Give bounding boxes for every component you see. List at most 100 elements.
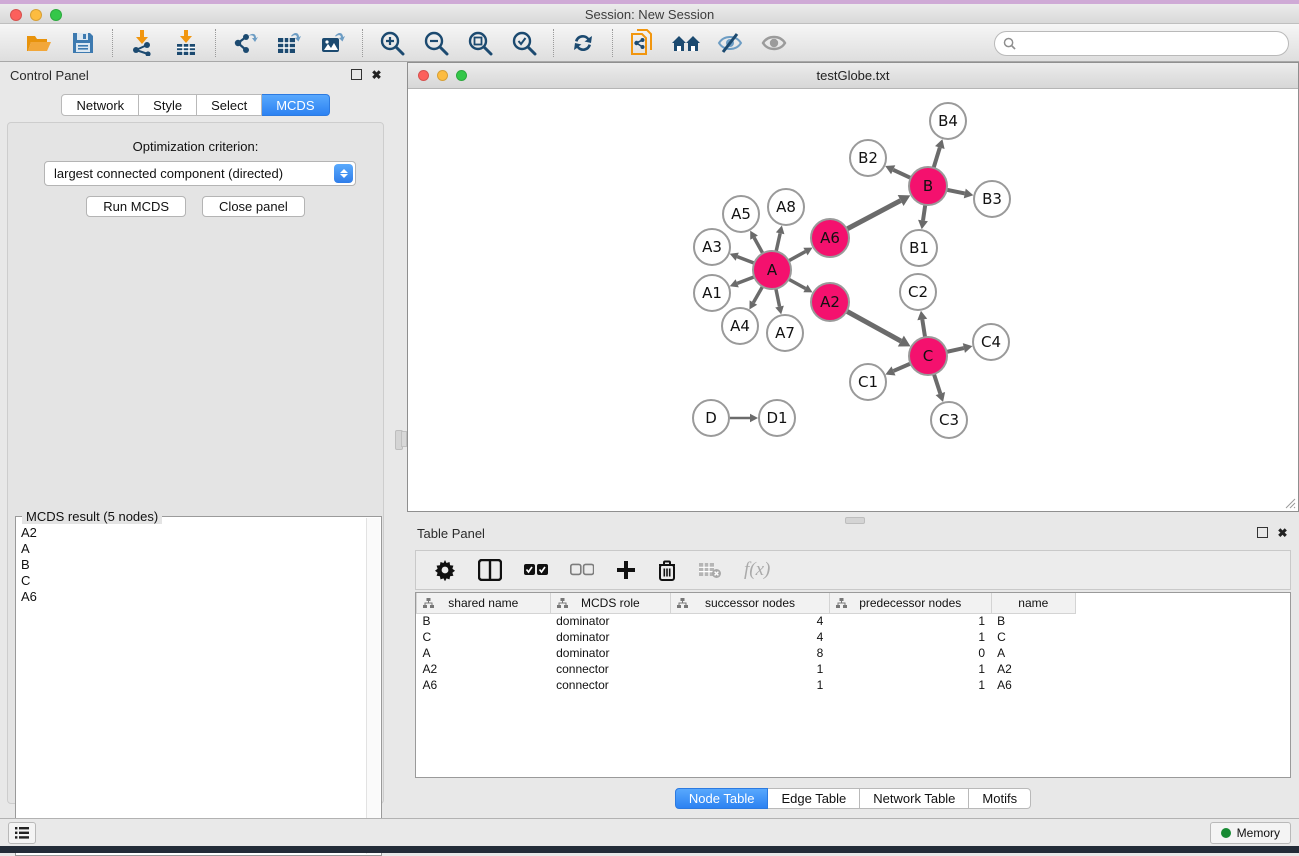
table-cell[interactable]: A2 bbox=[991, 661, 1075, 677]
table-row[interactable]: Cdominator41C bbox=[417, 629, 1076, 645]
export-table-icon[interactable] bbox=[274, 28, 304, 58]
deselect-all-icon[interactable] bbox=[570, 563, 594, 577]
tab-select[interactable]: Select bbox=[197, 94, 262, 116]
graph-node-A7[interactable]: A7 bbox=[767, 315, 803, 351]
horizontal-splitter-handle[interactable] bbox=[845, 517, 865, 524]
mcds-result-item[interactable]: C bbox=[21, 573, 362, 589]
run-mcds-button[interactable]: Run MCDS bbox=[86, 196, 186, 217]
tab-network[interactable]: Network bbox=[61, 94, 139, 116]
table-row[interactable]: A6connector11A6 bbox=[417, 677, 1076, 693]
table-cell[interactable]: connector bbox=[550, 661, 671, 677]
column-header-predecessor-nodes[interactable]: predecessor nodes bbox=[829, 593, 991, 613]
table-cell[interactable]: dominator bbox=[550, 613, 671, 629]
resize-grip-icon[interactable] bbox=[1284, 497, 1296, 509]
table-cell[interactable]: 1 bbox=[829, 677, 991, 693]
graph-node-B1[interactable]: B1 bbox=[901, 230, 937, 266]
network-window-titlebar[interactable]: testGlobe.txt bbox=[408, 63, 1298, 89]
table-cell[interactable]: 0 bbox=[829, 645, 991, 661]
graph-node-A3[interactable]: A3 bbox=[694, 229, 730, 265]
tab-network-table[interactable]: Network Table bbox=[860, 788, 969, 809]
function-builder-icon[interactable]: f(x) bbox=[744, 559, 770, 581]
show-columns-icon[interactable] bbox=[478, 559, 502, 581]
network-graph-canvas[interactable]: B4B2BB3A8A5A6A3B1AA1C2A2A4A7C4CC1C3DD1 bbox=[409, 89, 1298, 511]
table-cell[interactable]: 4 bbox=[671, 613, 830, 629]
column-header-successor-nodes[interactable]: successor nodes bbox=[671, 593, 830, 613]
import-network-icon[interactable] bbox=[127, 28, 157, 58]
graph-node-B[interactable]: B bbox=[909, 167, 947, 205]
mcds-result-item[interactable]: A6 bbox=[21, 589, 362, 605]
graph-node-D1[interactable]: D1 bbox=[759, 400, 795, 436]
zoom-fit-icon[interactable] bbox=[465, 28, 495, 58]
zoom-selected-icon[interactable] bbox=[509, 28, 539, 58]
table-cell[interactable]: A bbox=[991, 645, 1075, 661]
mcds-result-list[interactable]: A2ABCA6 bbox=[17, 523, 366, 854]
mcds-result-item[interactable]: A2 bbox=[21, 525, 362, 541]
result-scrollbar[interactable] bbox=[366, 518, 380, 854]
open-session-icon[interactable] bbox=[24, 28, 54, 58]
table-cell[interactable]: 1 bbox=[829, 629, 991, 645]
mcds-result-item[interactable]: A bbox=[21, 541, 362, 557]
table-row[interactable]: A2connector11A2 bbox=[417, 661, 1076, 677]
float-table-panel-icon[interactable] bbox=[1256, 526, 1269, 539]
close-panel-button[interactable]: Close panel bbox=[202, 196, 305, 217]
graph-node-C4[interactable]: C4 bbox=[973, 324, 1009, 360]
hide-selected-icon[interactable] bbox=[715, 28, 745, 58]
table-settings-gear-icon[interactable] bbox=[434, 559, 456, 581]
column-header-shared-name[interactable]: shared name bbox=[417, 593, 551, 613]
export-image-icon[interactable] bbox=[318, 28, 348, 58]
float-panel-icon[interactable] bbox=[350, 68, 363, 81]
column-header-MCDS-role[interactable]: MCDS role bbox=[550, 593, 671, 613]
graph-node-C1[interactable]: C1 bbox=[850, 364, 886, 400]
table-row[interactable]: Bdominator41B bbox=[417, 613, 1076, 629]
graph-node-A1[interactable]: A1 bbox=[694, 275, 730, 311]
tab-node-table[interactable]: Node Table bbox=[675, 788, 769, 809]
tab-mcds[interactable]: MCDS bbox=[262, 94, 329, 116]
save-session-icon[interactable] bbox=[68, 28, 98, 58]
create-column-icon[interactable] bbox=[616, 560, 636, 580]
graph-node-A2[interactable]: A2 bbox=[811, 283, 849, 321]
table-cell[interactable]: A bbox=[417, 645, 551, 661]
table-cell[interactable]: A6 bbox=[991, 677, 1075, 693]
export-network-icon[interactable] bbox=[230, 28, 260, 58]
graph-node-D[interactable]: D bbox=[693, 400, 729, 436]
table-cell[interactable]: 1 bbox=[829, 661, 991, 677]
table-cell[interactable]: C bbox=[417, 629, 551, 645]
tab-motifs[interactable]: Motifs bbox=[969, 788, 1031, 809]
graph-node-A4[interactable]: A4 bbox=[722, 308, 758, 344]
table-cell[interactable]: dominator bbox=[550, 645, 671, 661]
zoom-in-icon[interactable] bbox=[377, 28, 407, 58]
table-cell[interactable]: 4 bbox=[671, 629, 830, 645]
tab-edge-table[interactable]: Edge Table bbox=[768, 788, 860, 809]
tab-style[interactable]: Style bbox=[139, 94, 197, 116]
import-table-icon[interactable] bbox=[171, 28, 201, 58]
table-cell[interactable]: 1 bbox=[829, 613, 991, 629]
close-table-panel-icon[interactable]: ✖ bbox=[1276, 526, 1289, 539]
graph-node-B4[interactable]: B4 bbox=[930, 103, 966, 139]
delete-column-trash-icon[interactable] bbox=[658, 560, 676, 581]
graph-node-A5[interactable]: A5 bbox=[723, 196, 759, 232]
search-input[interactable] bbox=[994, 31, 1289, 56]
table-cell[interactable]: 1 bbox=[671, 661, 830, 677]
refresh-icon[interactable] bbox=[568, 28, 598, 58]
close-panel-icon[interactable]: ✖ bbox=[370, 68, 383, 81]
first-neighbors-icon[interactable] bbox=[671, 28, 701, 58]
delete-table-icon[interactable] bbox=[698, 561, 722, 579]
column-header-name[interactable]: name bbox=[991, 593, 1075, 613]
task-history-button[interactable] bbox=[8, 822, 36, 844]
table-cell[interactable]: A6 bbox=[417, 677, 551, 693]
graph-node-B3[interactable]: B3 bbox=[974, 181, 1010, 217]
new-network-from-selection-icon[interactable] bbox=[627, 28, 657, 58]
graph-node-A[interactable]: A bbox=[753, 251, 791, 289]
table-cell[interactable]: dominator bbox=[550, 629, 671, 645]
table-row[interactable]: Adominator80A bbox=[417, 645, 1076, 661]
table-cell[interactable]: 8 bbox=[671, 645, 830, 661]
table-cell[interactable]: 1 bbox=[671, 677, 830, 693]
table-cell[interactable]: B bbox=[417, 613, 551, 629]
table-header-row[interactable]: shared nameMCDS rolesuccessor nodesprede… bbox=[417, 593, 1076, 613]
zoom-out-icon[interactable] bbox=[421, 28, 451, 58]
graph-node-C2[interactable]: C2 bbox=[900, 274, 936, 310]
show-all-icon[interactable] bbox=[759, 28, 789, 58]
table-cell[interactable]: B bbox=[991, 613, 1075, 629]
graph-node-A6[interactable]: A6 bbox=[811, 219, 849, 257]
graph-node-C[interactable]: C bbox=[909, 337, 947, 375]
